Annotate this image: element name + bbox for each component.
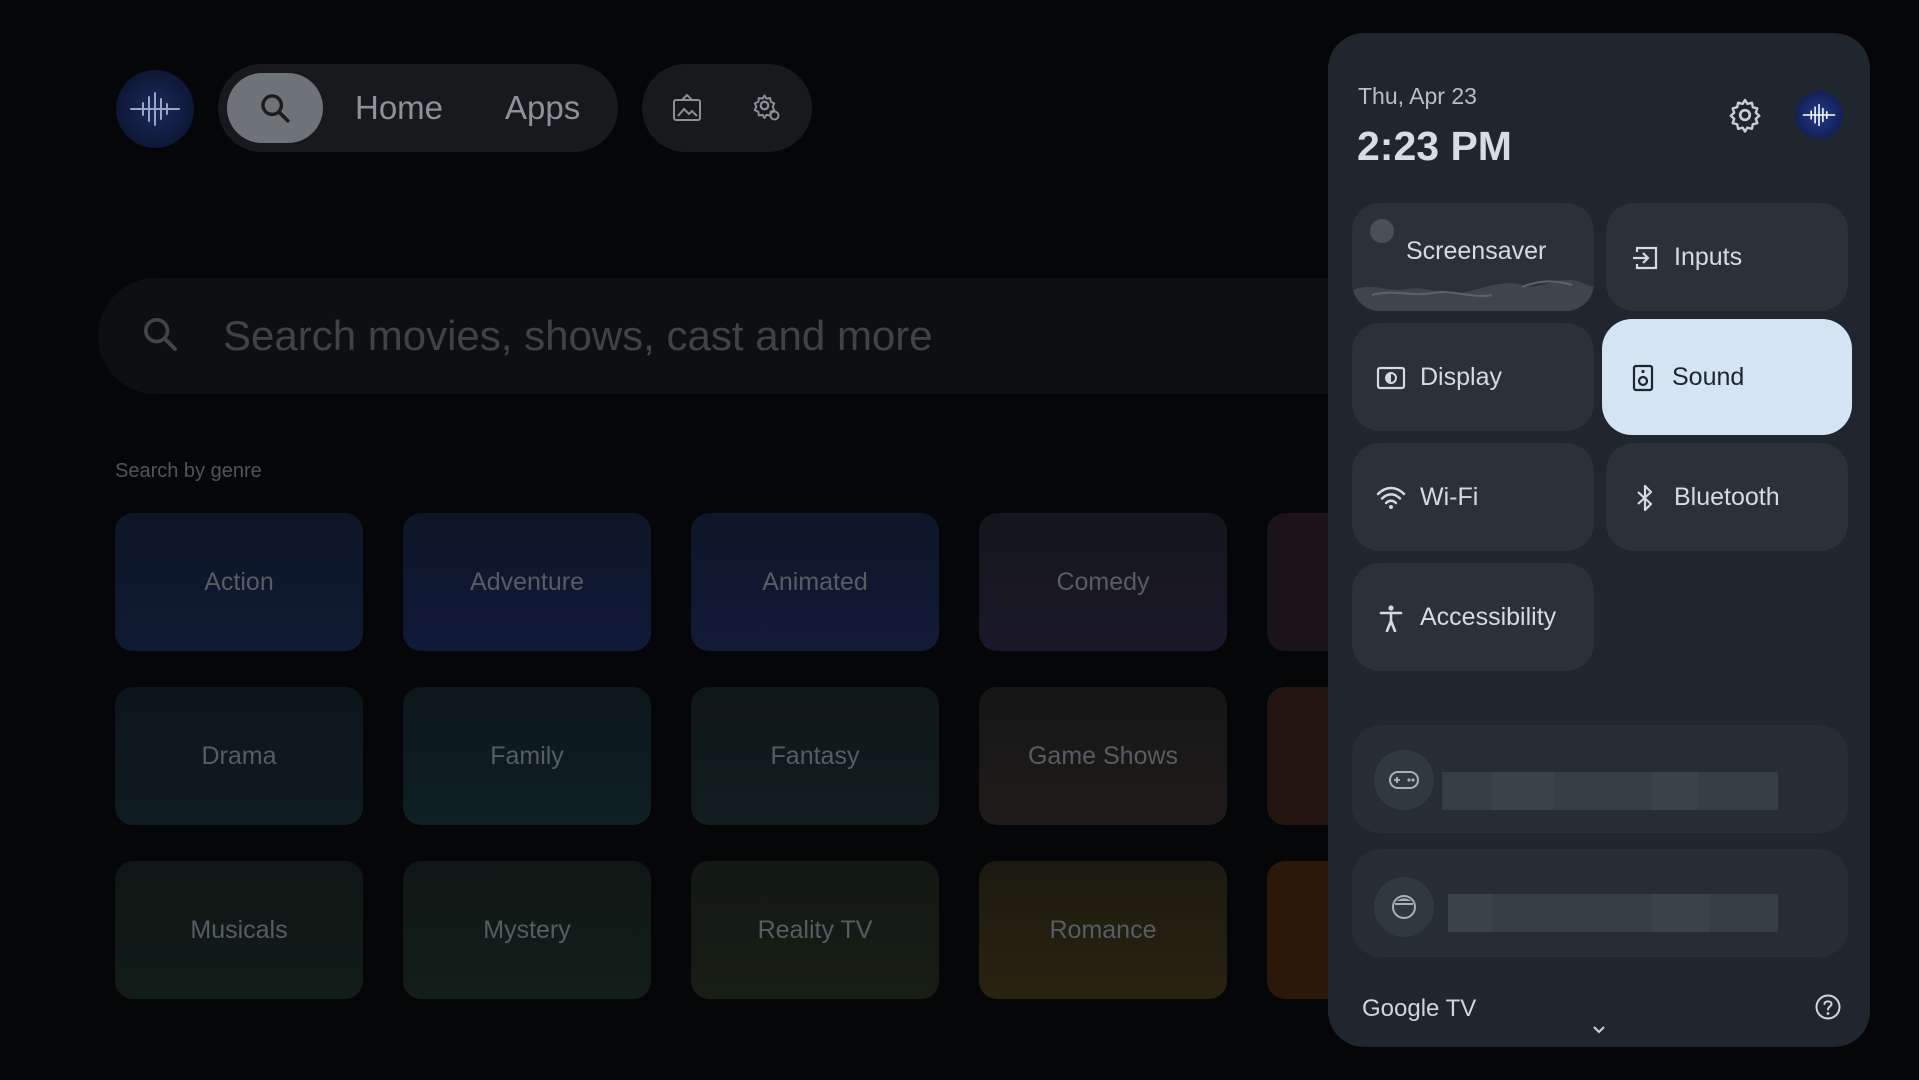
tile-display[interactable]: Display [1352,323,1594,431]
ambient-mode-button[interactable] [667,88,707,128]
genre-tile-mystery[interactable]: Mystery [403,861,651,999]
tile-inputs[interactable]: Inputs [1606,203,1848,311]
profile-waveform-icon [130,92,180,126]
profile-avatar[interactable] [116,70,194,148]
loading-card-gamepad[interactable] [1352,725,1848,833]
search-placeholder: Search movies, shows, cast and more [223,312,933,359]
help-button[interactable] [1814,993,1842,1021]
nav-home-tab[interactable]: Home [355,64,443,152]
photo-frame-icon [673,94,701,121]
loading-placeholder-segment [1448,894,1492,932]
chevron-down-icon[interactable] [1591,1023,1607,1037]
help-icon [1815,994,1841,1020]
tile-accessibility-label: Accessibility [1420,603,1557,631]
genre-tile-reality-tv[interactable]: Reality TV [691,861,939,999]
genre-tile-family[interactable]: Family [403,687,651,825]
display-icon [1376,363,1406,393]
genre-tile-comedy[interactable]: Comedy [979,513,1227,651]
speaker-icon [1628,363,1658,393]
genre-tile-drama[interactable]: Drama [115,687,363,825]
loading-card-device[interactable] [1352,849,1848,957]
genre-tile-action[interactable]: Action [115,513,363,651]
panel-settings-button[interactable] [1723,93,1767,137]
tile-display-label: Display [1420,363,1502,391]
panel-profile-avatar[interactable] [1795,91,1843,139]
genre-section-heading: Search by genre [115,460,262,482]
panel-footer-brand: Google TV [1362,995,1477,1022]
genre-tile-game-shows[interactable]: Game Shows [979,687,1227,825]
nav-search-button[interactable] [227,73,323,143]
accessibility-icon [1376,603,1406,633]
genre-tile-musicals[interactable]: Musicals [115,861,363,999]
genre-tile-romance[interactable]: Romance [979,861,1227,999]
loading-placeholder-segment [1652,772,1698,810]
tile-wifi-label: Wi-Fi [1420,483,1479,511]
tile-accessibility[interactable]: Accessibility [1352,563,1594,671]
genre-tile-animated[interactable]: Animated [691,513,939,651]
panel-date: Thu, Apr 23 [1358,83,1477,109]
tile-bluetooth[interactable]: Bluetooth [1606,443,1848,551]
panel-time: 2:23 PM [1357,123,1512,169]
device-icon [1374,877,1434,937]
nav-apps-tab[interactable]: Apps [505,64,580,152]
settings-gear-icon [753,94,780,121]
tile-sound[interactable]: Sound [1604,321,1850,433]
nav-settings-button[interactable] [747,88,787,128]
search-icon [144,318,177,351]
genre-tile-fantasy[interactable]: Fantasy [691,687,939,825]
tile-sound-label: Sound [1672,363,1745,391]
loading-placeholder-segment [1492,772,1554,810]
tile-bluetooth-label: Bluetooth [1674,483,1780,511]
search-field[interactable]: Search movies, shows, cast and more [98,278,1498,394]
quick-settings-panel: Thu, Apr 23 2:23 PM Screensaver Inputs D… [1328,33,1870,1047]
tile-wifi[interactable]: Wi-Fi [1352,443,1594,551]
gear-icon [1729,98,1761,133]
gamepad-icon [1374,750,1434,810]
top-nav-bar: Home Apps [218,64,618,152]
nav-icon-group [642,64,812,152]
wifi-icon [1376,483,1406,513]
input-icon [1630,243,1660,273]
search-icon [261,94,290,123]
tile-inputs-label: Inputs [1674,243,1743,271]
bluetooth-icon [1630,483,1660,513]
genre-tile-adventure[interactable]: Adventure [403,513,651,651]
loading-placeholder-bar [1448,894,1778,932]
loading-placeholder-segment [1652,894,1710,932]
tile-screensaver-label: Screensaver [1406,237,1547,265]
profile-waveform-icon [1802,103,1836,127]
tile-screensaver[interactable]: Screensaver [1352,203,1594,311]
search-field-icon [140,314,180,359]
